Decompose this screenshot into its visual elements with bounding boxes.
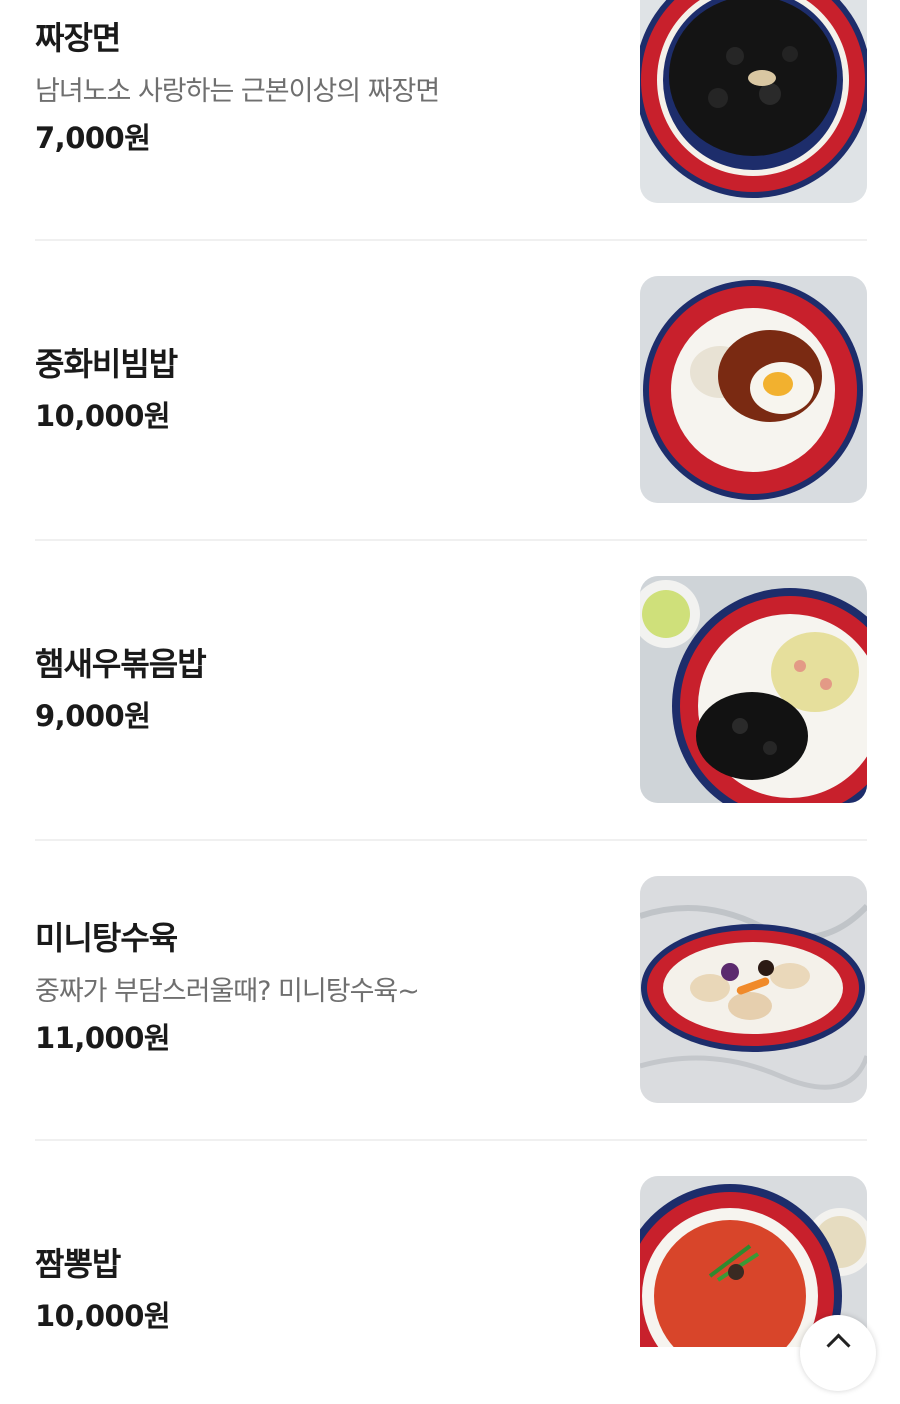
menu-item-bibimbap[interactable]: 중화비빔밥 10,000원 [35,276,867,504]
menu-item-price: 10,000원 [35,1299,171,1333]
menu-item-name: 짬뽕밥 [35,1245,121,1283]
menu-item-info: 미니탕수육 중짜가 부담스러울때? 미니탕수육~ 11,000원 [35,918,615,1056]
menu-item-description: 남녀노소 사랑하는 근본이상의 짜장면 [35,76,440,107]
menu-item-tangsuyuk[interactable]: 미니탕수육 중짜가 부담스러울때? 미니탕수육~ 11,000원 [35,876,867,1104]
menu-item-description: 중짜가 부담스러울때? 미니탕수육~ [35,976,420,1007]
menu-item-jjambbong-rice[interactable]: 짬뽕밥 10,000원 [35,1176,867,1404]
chevron-up-icon [825,1333,851,1358]
divider [35,1139,867,1141]
divider [35,539,867,541]
menu-item-jjajangmyeon[interactable]: 짜장면 남녀노소 사랑하는 근본이상의 짜장면 7,000원 [35,0,867,204]
menu-item-fried-rice[interactable]: 햄새우볶음밥 9,000원 [35,576,867,804]
menu-item-price: 9,000원 [35,699,151,733]
menu-item-name: 짜장면 [35,19,121,57]
menu-item-info: 짜장면 남녀노소 사랑하는 근본이상의 짜장면 7,000원 [35,18,615,156]
menu-item-price: 7,000원 [35,121,151,155]
menu-item-price: 10,000원 [35,399,171,433]
divider [35,839,867,841]
menu-item-name: 중화비빔밥 [35,345,178,383]
scroll-to-top-button[interactable] [800,1315,876,1391]
bibimbap-photo-icon[interactable] [640,276,867,503]
menu-item-info: 중화비빔밥 10,000원 [35,344,615,434]
menu-item-name: 미니탕수육 [35,919,178,957]
jjajangmyeon-photo-icon[interactable] [640,0,867,203]
menu-item-info: 짬뽕밥 10,000원 [35,1244,615,1334]
fried-rice-photo-icon[interactable] [640,576,867,803]
menu-item-price: 11,000원 [35,1021,171,1055]
menu-item-name: 햄새우볶음밥 [35,645,207,683]
menu-item-info: 햄새우볶음밥 9,000원 [35,644,615,734]
tangsuyuk-photo-icon[interactable] [640,876,867,1103]
divider [35,239,867,241]
